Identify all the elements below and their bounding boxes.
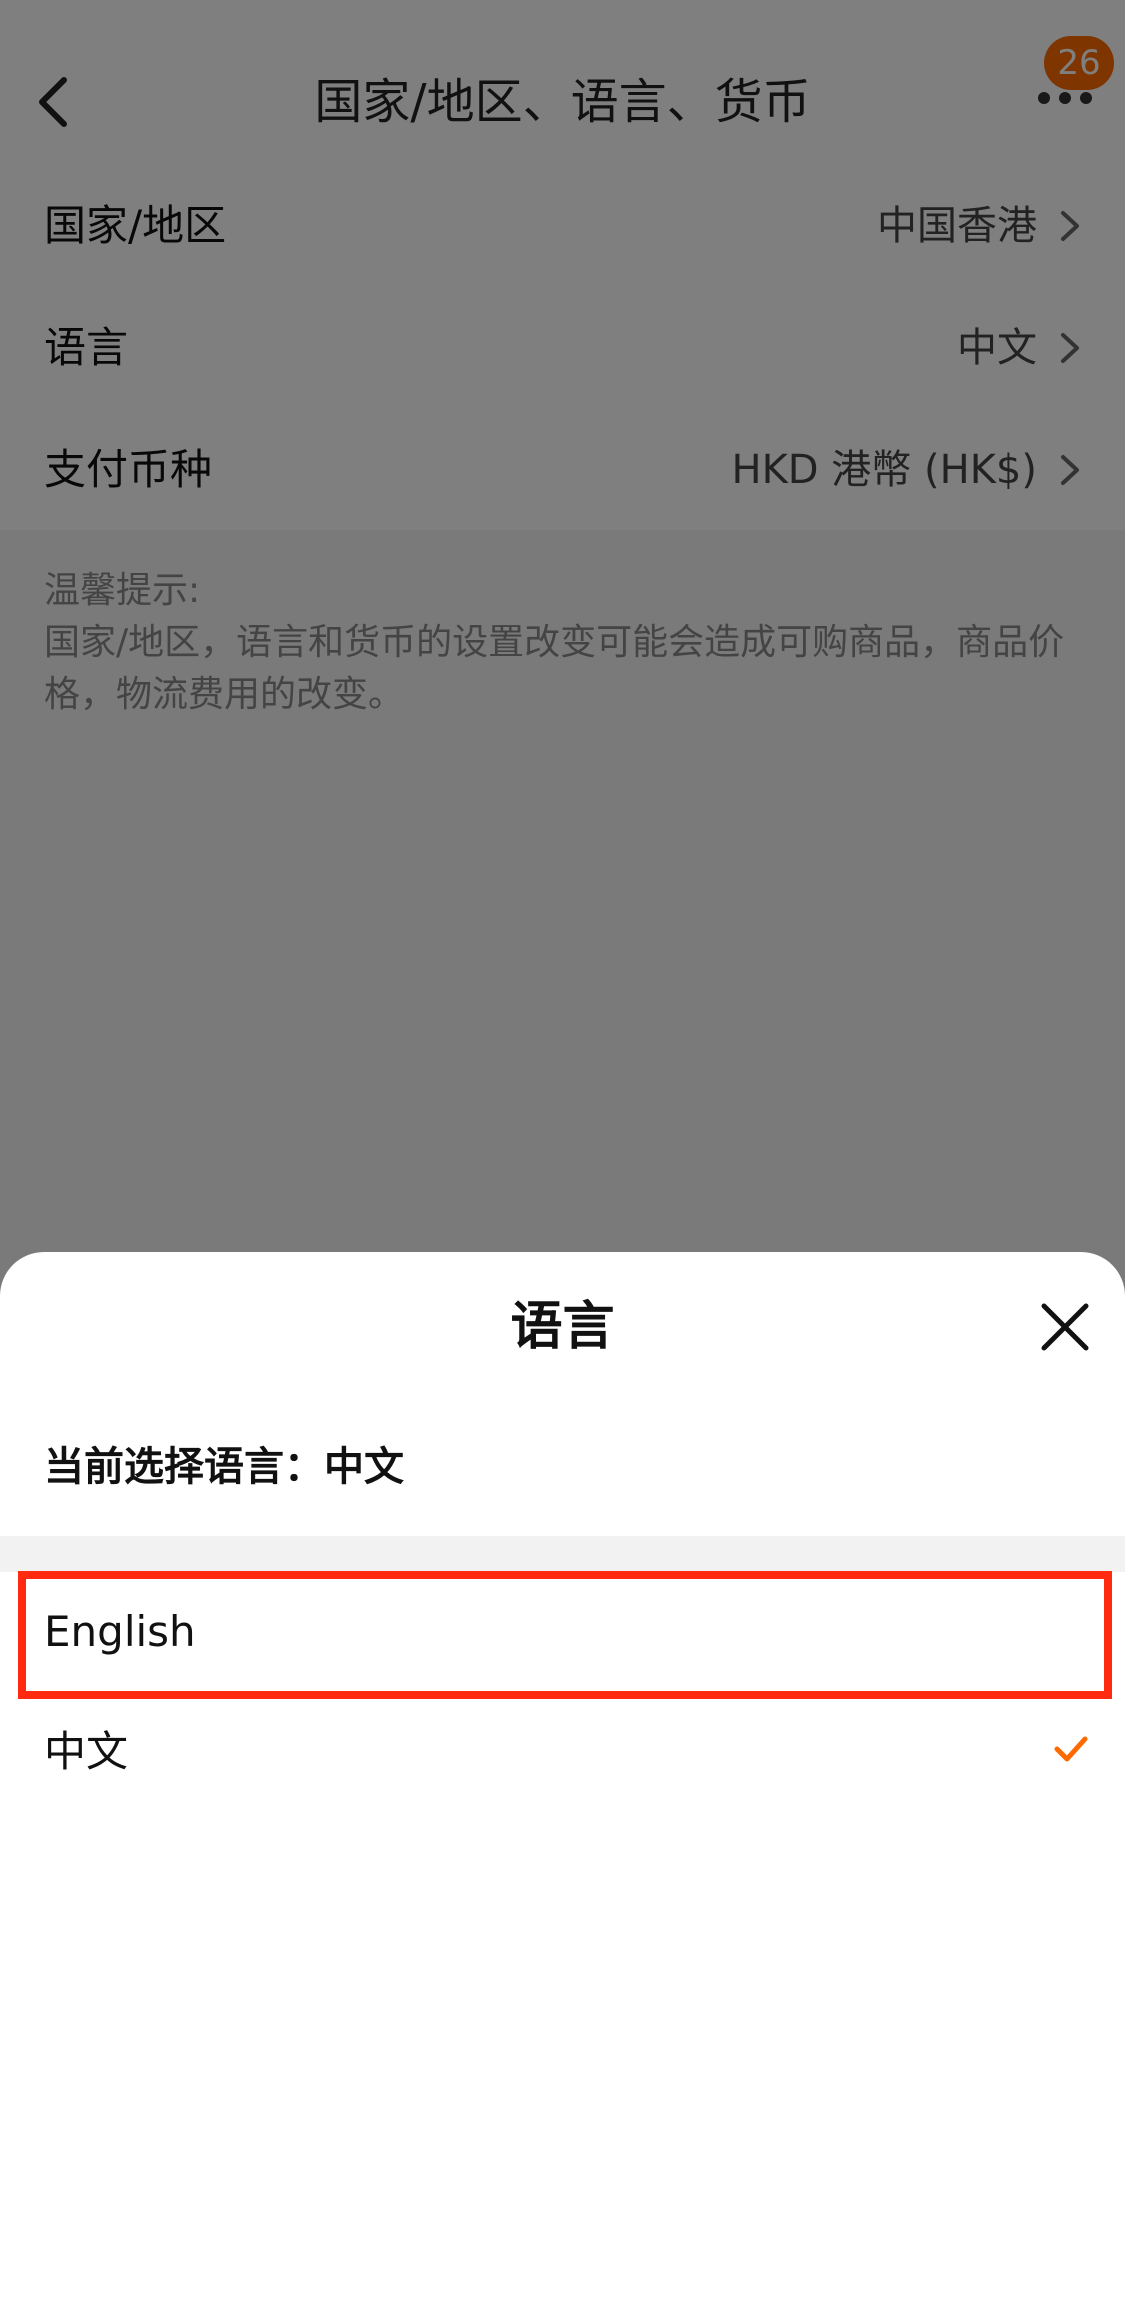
language-option-label: 中文 — [44, 1727, 129, 1776]
sheet-title: 语言 — [510, 1297, 615, 1357]
current-language: 当前选择语言：中文 — [44, 1437, 404, 1497]
language-sheet: 语言 当前选择语言：中文 English 中文 — [0, 1252, 1125, 2303]
close-icon — [1041, 1303, 1089, 1351]
current-language-label: 当前选择语言： — [44, 1444, 324, 1490]
highlight-box — [18, 1571, 1112, 1699]
language-option-chinese[interactable]: 中文 — [0, 1692, 1125, 1812]
close-button[interactable] — [1030, 1292, 1100, 1362]
current-language-value: 中文 — [324, 1444, 404, 1490]
check-icon — [1054, 1736, 1088, 1762]
divider — [0, 1536, 1125, 1572]
